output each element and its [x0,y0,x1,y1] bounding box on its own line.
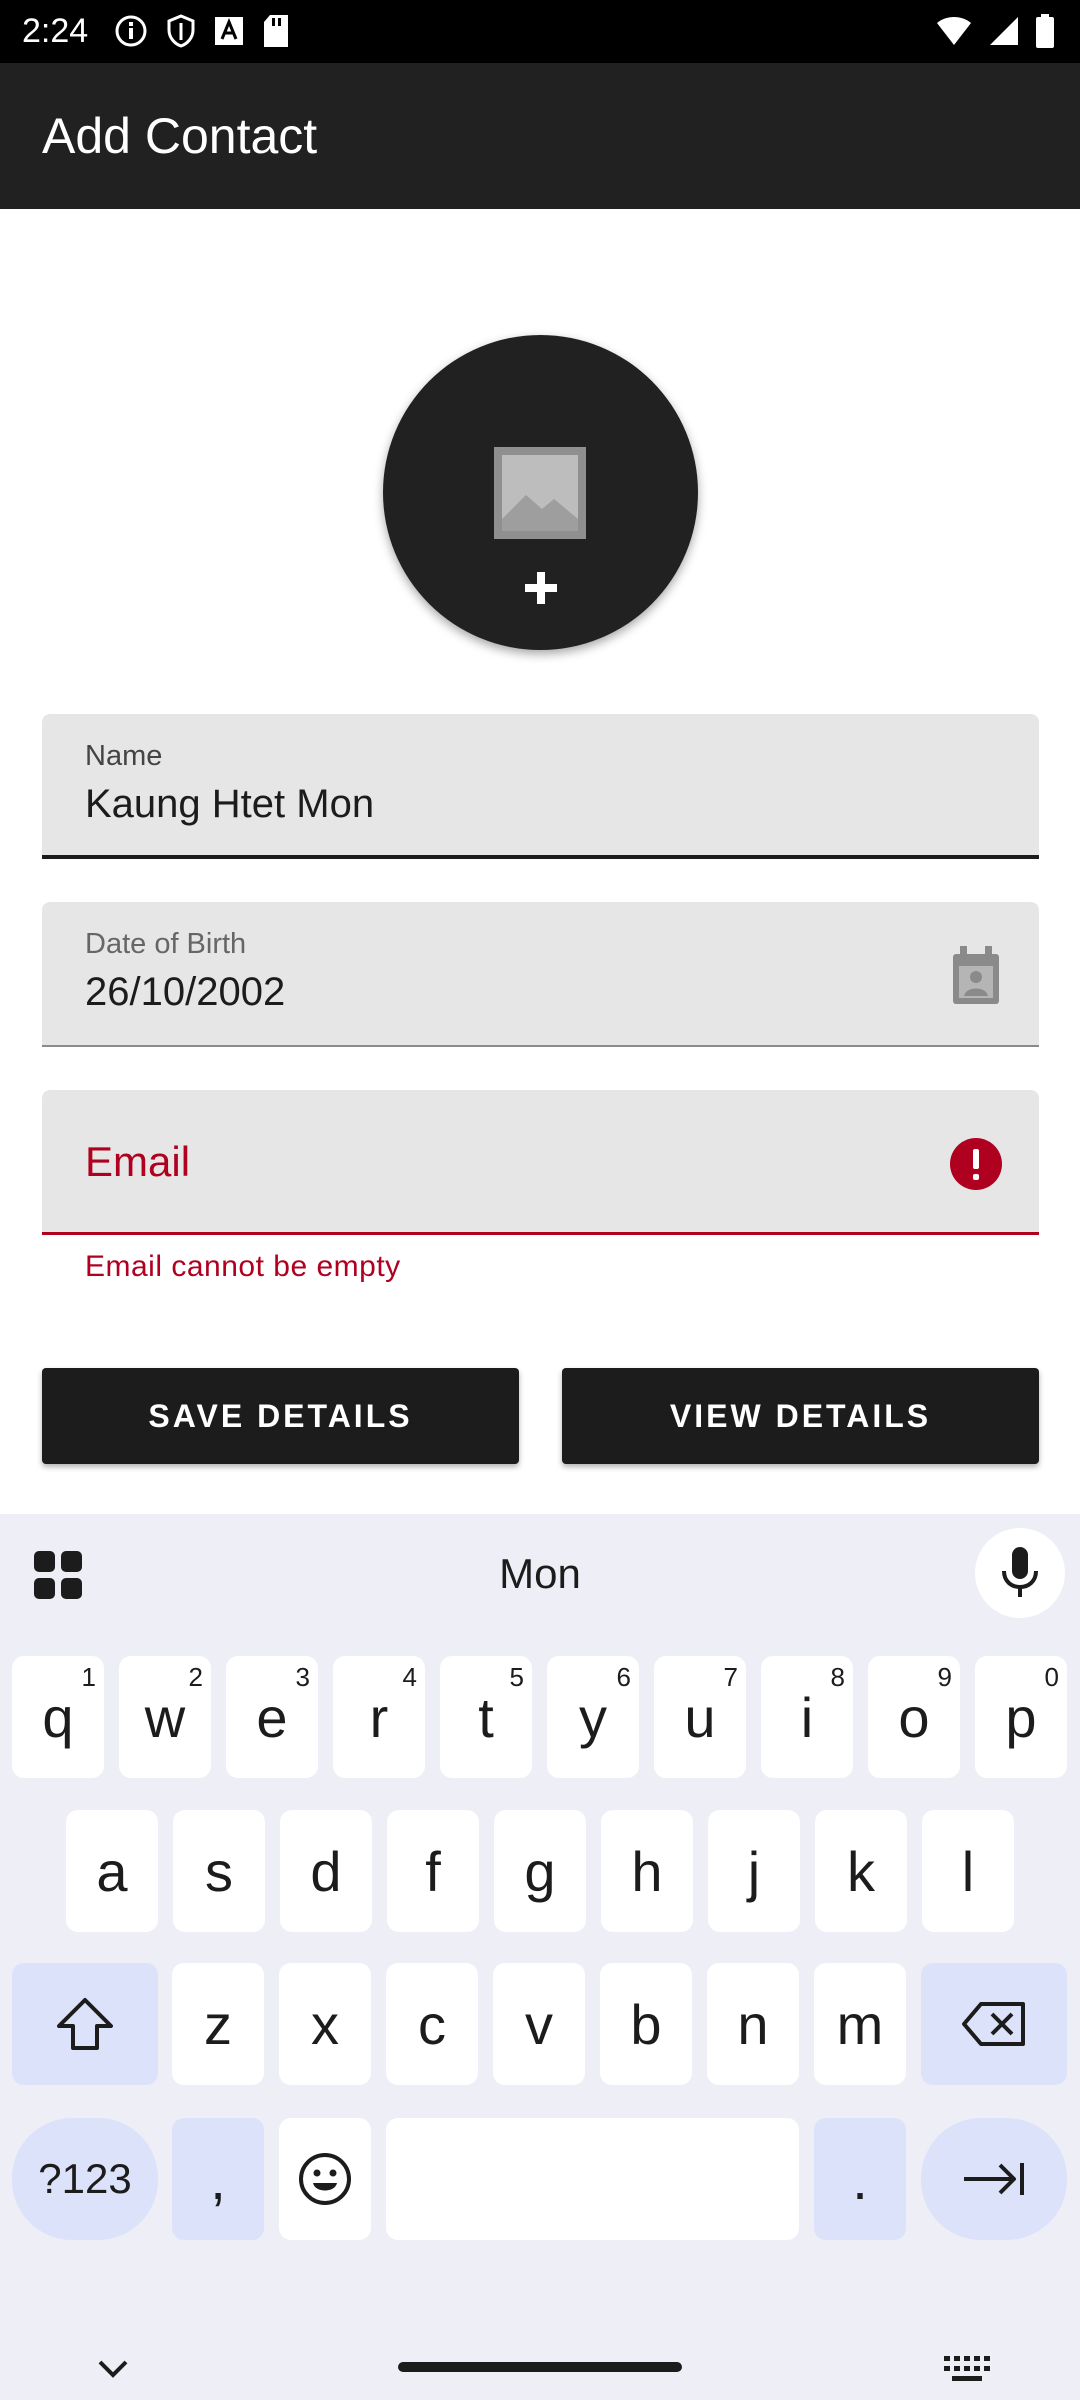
info-icon [115,15,147,47]
key-label: p [1005,1685,1037,1749]
key-x[interactable]: x [279,1963,371,2085]
app-bar: Add Contact [0,63,1080,209]
key-q[interactable]: q1 [12,1656,104,1778]
key-label: t [478,1685,494,1749]
page-title: Add Contact [42,108,318,164]
shift-icon [57,1998,113,2050]
key-s[interactable]: s [173,1810,265,1932]
key-label: y [579,1685,607,1749]
view-details-button[interactable]: VIEW DETAILS [562,1368,1039,1464]
status-time: 2:24 [22,12,89,50]
key-t[interactable]: t5 [440,1656,532,1778]
error-icon [950,1138,1002,1190]
voice-input-button[interactable] [975,1528,1065,1618]
key-label: q [42,1685,74,1749]
key-d[interactable]: d [280,1810,372,1932]
image-placeholder-icon [494,447,586,539]
key-label: r [369,1685,389,1749]
tab-next-icon [964,2163,1024,2195]
key-hint: 2 [188,1662,203,1692]
date-of-birth-label: Date of Birth [85,928,247,960]
key-b[interactable]: b [600,1963,692,2085]
key-label: o [898,1685,930,1749]
key-hint: 1 [81,1662,96,1692]
date-of-birth-value[interactable]: 26/10/2002 [85,970,285,1015]
status-bar: 2:24 [0,0,1080,63]
key-hint: 5 [509,1662,524,1692]
key-hint: 3 [295,1662,310,1692]
save-details-button[interactable]: SAVE DETAILS [42,1368,519,1464]
soft-keyboard: Mon q1w2e3r4t5y6u7i8o9p0 asdfghjkl zxcvb… [0,1514,1080,2400]
key-m[interactable]: m [814,1963,906,2085]
status-notification-icons [114,14,290,48]
emoji-key[interactable] [279,2118,371,2240]
email-field-label: Email [85,1138,191,1185]
keyboard-toolbar: Mon [0,1514,1080,1634]
key-hint: 8 [830,1662,845,1692]
date-of-birth-field[interactable]: Date of Birth 26/10/2002 [42,902,1039,1047]
key-r[interactable]: r4 [333,1656,425,1778]
font-icon [215,17,243,45]
sd-card-icon [264,15,288,47]
key-z[interactable]: z [172,1963,264,2085]
key-j[interactable]: j [708,1810,800,1932]
key-g[interactable]: g [494,1810,586,1932]
shield-icon [167,14,195,48]
key-hint: 4 [402,1662,417,1692]
period-key[interactable]: . [814,2118,906,2240]
emoji-icon [299,2153,351,2205]
chevron-down-icon[interactable] [96,2358,130,2380]
keyboard-suggestion[interactable]: Mon [0,1550,1080,1598]
key-i[interactable]: i8 [761,1656,853,1778]
key-label: u [684,1685,716,1749]
keyboard-navigation [0,2344,1080,2400]
key-c[interactable]: c [386,1963,478,2085]
key-label: i [800,1685,814,1749]
signal-icon [990,17,1018,45]
keyboard-switch-icon[interactable] [944,2356,990,2382]
email-field[interactable]: Email [42,1090,1039,1235]
key-l[interactable]: l [922,1810,1014,1932]
battery-icon [1036,14,1054,48]
home-indicator[interactable] [398,2362,682,2372]
avatar-picker[interactable] [383,335,698,650]
space-key[interactable] [386,2118,799,2240]
key-o[interactable]: o9 [868,1656,960,1778]
key-h[interactable]: h [601,1810,693,1932]
plus-icon [525,572,557,604]
key-label: w [144,1685,186,1749]
key-hint: 0 [1044,1662,1059,1692]
key-y[interactable]: y6 [547,1656,639,1778]
name-field[interactable]: Name Kaung Htet Mon [42,714,1039,859]
key-f[interactable]: f [387,1810,479,1932]
next-key[interactable] [921,2118,1067,2240]
name-field-value[interactable]: Kaung Htet Mon [85,782,374,827]
email-error-message: Email cannot be empty [85,1250,401,1283]
key-a[interactable]: a [66,1810,158,1932]
backspace-key[interactable] [921,1963,1067,2085]
calendar-icon[interactable] [947,944,1003,1006]
key-hint: 6 [616,1662,631,1692]
key-v[interactable]: v [493,1963,585,2085]
key-n[interactable]: n [707,1963,799,2085]
key-hint: 7 [723,1662,738,1692]
key-label: e [256,1685,288,1749]
symbols-key[interactable]: ?123 [12,2118,158,2240]
key-k[interactable]: k [815,1810,907,1932]
name-field-label: Name [85,740,163,772]
key-u[interactable]: u7 [654,1656,746,1778]
wifi-icon [937,17,971,45]
shift-key[interactable] [12,1963,158,2085]
status-system-icons [936,14,1054,48]
key-p[interactable]: p0 [975,1656,1067,1778]
backspace-icon [962,2002,1025,2046]
key-hint: 9 [937,1662,952,1692]
comma-key[interactable]: , [172,2118,264,2240]
microphone-icon [1002,1547,1038,1597]
key-e[interactable]: e3 [226,1656,318,1778]
key-w[interactable]: w2 [119,1656,211,1778]
